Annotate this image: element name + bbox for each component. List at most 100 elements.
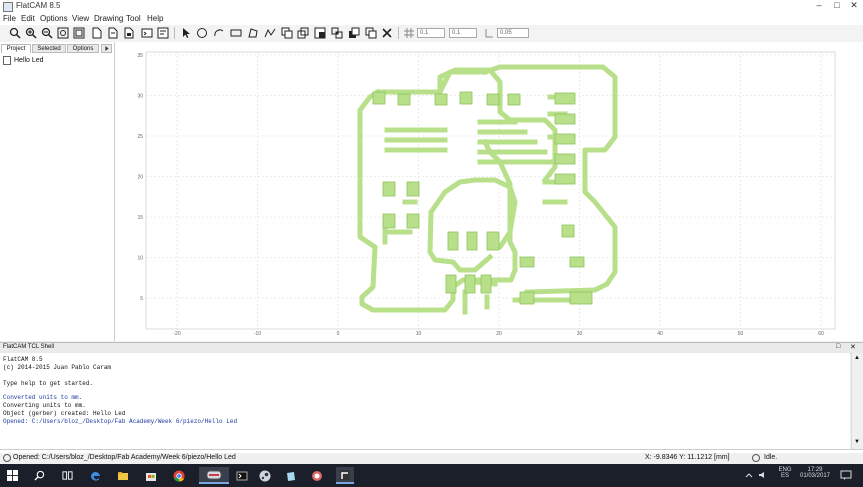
x-tick-label: -20 [173, 331, 180, 337]
search-icon[interactable] [30, 467, 48, 484]
shell-line: Converting units to mm. [3, 402, 86, 409]
intersection-icon[interactable] [330, 26, 344, 40]
y-tick-label: 15 [137, 215, 143, 221]
delete-icon[interactable] [122, 26, 136, 40]
menu-file[interactable]: File [3, 14, 16, 23]
tab-scroll-button[interactable] [101, 44, 112, 53]
tab-selected[interactable]: Selected [32, 44, 66, 53]
copy-icon[interactable] [280, 26, 294, 40]
pcb-pad [434, 93, 448, 106]
union-icon[interactable] [313, 26, 327, 40]
task-view-icon[interactable] [58, 467, 76, 484]
status-message: Opened: C:/Users/bloz_/Desktop/Fab Acade… [13, 454, 236, 461]
replot-icon[interactable] [56, 26, 70, 40]
tab-project[interactable]: Project [1, 44, 31, 53]
info-icon [3, 454, 11, 462]
menu-bar: File Edit Options View Drawing Tool Help [0, 13, 863, 25]
taskbar: ENG ES 17:29 01/03/2017 [0, 464, 863, 487]
project-tree-item-label: Hello Led [14, 57, 44, 64]
language-indicator[interactable]: ENG ES [774, 467, 796, 479]
shell-line: Object (gerber) created: Hello Led [3, 410, 126, 417]
pcb-pad [406, 213, 420, 229]
shell-float-button[interactable]: □ [836, 343, 840, 350]
delete-shape-icon[interactable] [380, 26, 394, 40]
tcl-shell-output[interactable]: FlatCAM 8.5 (c) 2014-2015 Juan Pablo Car… [0, 353, 850, 449]
pcb-plot[interactable]: -20 -10 0 10 20 30 40 50 60 35 30 25 20 15 10 5 [115, 42, 863, 341]
file-explorer-icon[interactable] [114, 467, 132, 484]
scroll-up-icon[interactable]: ▲ [854, 355, 860, 361]
terminal-icon[interactable] [233, 467, 251, 484]
snap-max-field[interactable]: 0.05 [497, 28, 529, 38]
menu-options[interactable]: Options [40, 14, 68, 23]
clock[interactable]: 17:29 01/03/2017 [797, 467, 833, 479]
zoom-fit-icon[interactable] [8, 26, 22, 40]
polygon-icon[interactable] [246, 26, 260, 40]
chrome-icon[interactable] [170, 467, 188, 484]
cut-icon[interactable] [364, 26, 378, 40]
x-tick-label: 40 [657, 331, 663, 337]
volume-icon[interactable] [758, 470, 768, 480]
plot-canvas[interactable]: -20 -10 0 10 20 30 40 50 60 35 30 25 20 15 10 5 [115, 42, 863, 341]
minimize-button[interactable]: – [810, 0, 828, 12]
pcb-pad [507, 93, 521, 106]
pcb-trace-bus [384, 119, 558, 165]
x-tick-label: -10 [254, 331, 261, 337]
pcb-pad [561, 224, 575, 238]
grid-y-field[interactable]: 0.1 [449, 28, 477, 38]
tab-options[interactable]: Options [67, 44, 99, 53]
zoom-out-icon[interactable] [40, 26, 54, 40]
pcb-pad [466, 231, 478, 251]
pcb-pad [486, 93, 500, 106]
pcb-pad [382, 213, 396, 229]
shell-close-button[interactable]: ✕ [850, 343, 856, 351]
circle-icon[interactable] [195, 26, 209, 40]
window-title: FlatCAM 8.5 [16, 1, 61, 10]
path-icon[interactable] [263, 26, 277, 40]
notes-icon[interactable] [282, 467, 300, 484]
clear-plot-icon[interactable] [72, 26, 86, 40]
notifications-icon[interactable] [840, 469, 852, 481]
close-button[interactable]: ✕ [845, 0, 863, 12]
toolbar: 0.1 0.1 0.05 [0, 25, 863, 43]
menu-tool[interactable]: Tool [126, 14, 141, 23]
steam-icon[interactable] [256, 467, 274, 484]
shell-scrollbar[interactable]: ▲ ▼ [851, 353, 863, 449]
pcb-pad [554, 133, 576, 145]
pcb-pad [382, 181, 396, 197]
menu-view[interactable]: View [72, 14, 89, 23]
menu-help[interactable]: Help [147, 14, 163, 23]
pcb-pad [445, 274, 457, 294]
shell-line: FlatCAM 8.5 [3, 356, 43, 363]
menu-drawing[interactable]: Drawing [94, 14, 123, 23]
grid-snap-icon[interactable] [402, 26, 416, 40]
maximize-button[interactable]: □ [828, 0, 846, 12]
new-geometry-icon[interactable] [90, 26, 104, 40]
pcb-pad [554, 113, 576, 125]
grid-x-field[interactable]: 0.1 [417, 28, 445, 38]
up-arrow-icon[interactable] [745, 471, 753, 479]
move-icon[interactable] [296, 26, 310, 40]
game-icon[interactable] [308, 467, 326, 484]
store-icon[interactable] [142, 467, 160, 484]
media-icon[interactable] [199, 467, 229, 484]
menu-edit[interactable]: Edit [21, 14, 35, 23]
new-file-icon[interactable] [106, 26, 120, 40]
shell-icon[interactable] [140, 26, 154, 40]
x-tick-label: 30 [577, 331, 583, 337]
edge-icon[interactable] [86, 467, 104, 484]
zoom-in-icon[interactable] [24, 26, 38, 40]
project-tree-item[interactable]: Hello Led [3, 56, 44, 65]
flatcam-icon[interactable] [336, 467, 354, 484]
pcb-pad [569, 291, 593, 305]
select-icon[interactable] [179, 26, 193, 40]
pcb-pad [486, 231, 500, 251]
arc-icon[interactable] [212, 26, 226, 40]
scroll-down-icon[interactable]: ▼ [854, 439, 860, 445]
windows-start-icon[interactable] [3, 467, 21, 484]
subtract-icon[interactable] [347, 26, 361, 40]
pdf-icon[interactable] [156, 26, 170, 40]
corner-snap-icon[interactable] [482, 26, 496, 40]
rectangle-icon[interactable] [229, 26, 243, 40]
title-bar: FlatCAM 8.5 – □ ✕ [0, 0, 863, 13]
pcb-pad [480, 274, 492, 294]
